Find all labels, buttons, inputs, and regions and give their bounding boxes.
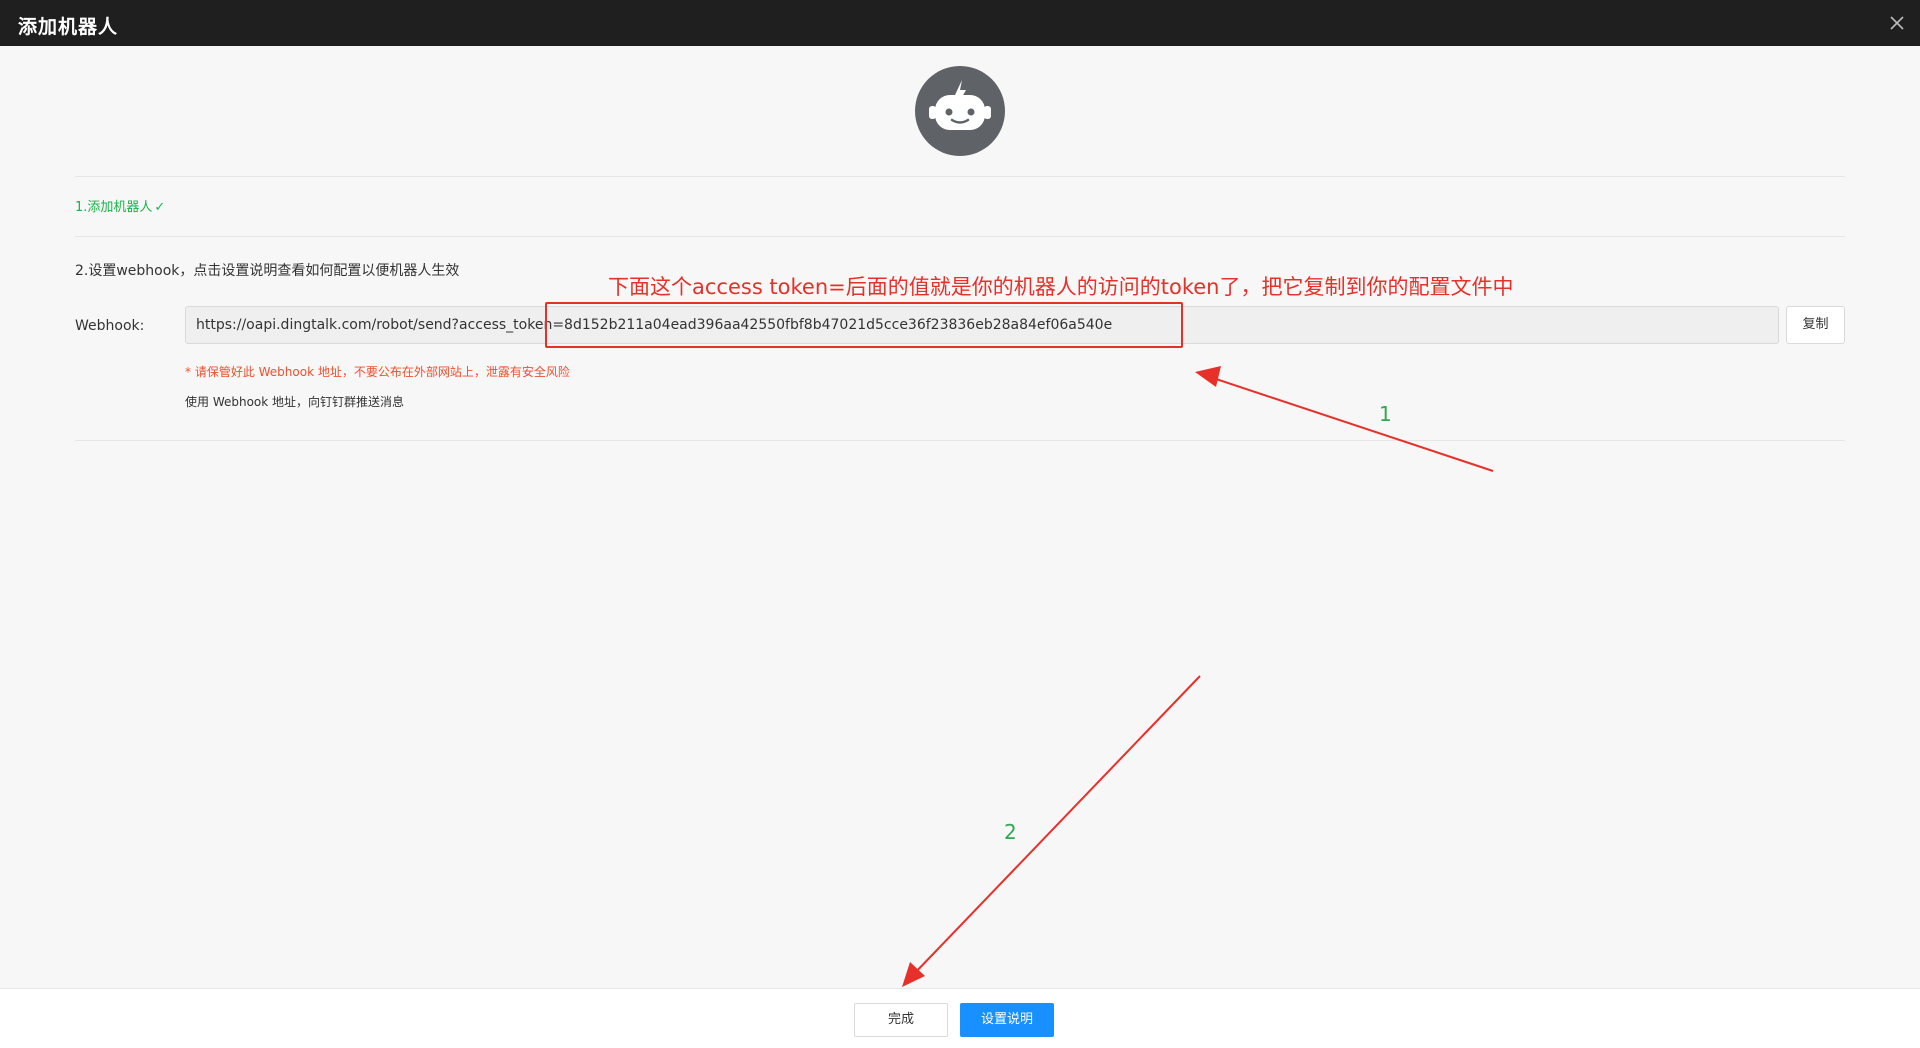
copy-button[interactable]: 复制 (1786, 306, 1845, 344)
setup-help-button[interactable]: 设置说明 (960, 1003, 1054, 1037)
webhook-label: Webhook: (75, 318, 145, 334)
title-bar: 添加机器人 (0, 0, 1920, 46)
window-title: 添加机器人 (18, 16, 119, 38)
step2-instruction: 2.设置webhook，点击设置说明查看如何配置以便机器人生效 (75, 263, 460, 279)
step1-label: 1.添加机器人 (75, 200, 153, 215)
robot-icon (915, 66, 1005, 156)
close-icon[interactable] (1886, 12, 1908, 34)
footer-bar: 完成 设置说明 (0, 988, 1920, 1048)
step1-status: 1.添加机器人 ✓ (75, 196, 165, 215)
check-icon: ✓ (154, 200, 166, 215)
annotation-marker-1: 1 (1379, 402, 1392, 426)
done-button[interactable]: 完成 (854, 1003, 948, 1037)
usage-note: 使用 Webhook 地址，向钉钉群推送消息 (185, 395, 405, 409)
security-warning: * 请保管好此 Webhook 地址，不要公布在外部网站上，泄露有安全风险 (185, 365, 570, 379)
divider-middle (75, 236, 1845, 237)
divider-bottom (75, 440, 1845, 441)
token-highlight-box (545, 302, 1183, 348)
annotation-text: 下面这个access token=后面的值就是你的机器人的访问的token了，把… (608, 275, 1514, 299)
annotation-marker-2: 2 (1004, 820, 1017, 844)
divider-top (75, 176, 1845, 177)
main-content: 1.添加机器人 ✓ 2.设置webhook，点击设置说明查看如何配置以便机器人生效… (0, 46, 1920, 988)
